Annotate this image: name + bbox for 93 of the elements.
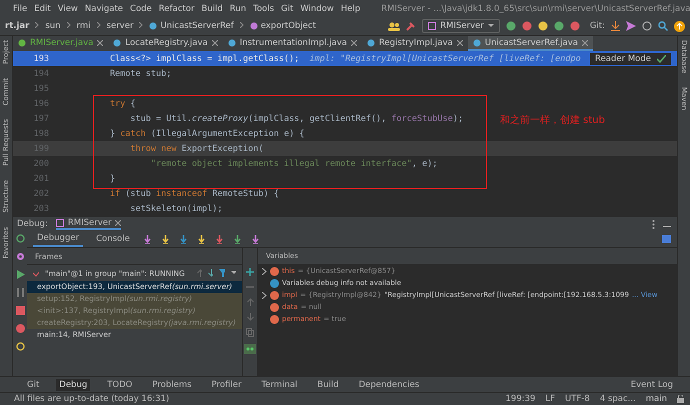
close-icon[interactable] xyxy=(351,40,357,46)
indent-setting[interactable]: 4 spac... xyxy=(600,394,636,404)
menu-item[interactable]: Help xyxy=(340,4,360,14)
menu-item[interactable]: View xyxy=(58,4,78,14)
check-icon xyxy=(33,270,40,276)
code-line: 196 try { xyxy=(32,98,136,110)
menu-item[interactable]: Git xyxy=(281,4,294,14)
run-configuration-dropdown[interactable]: RMIServer xyxy=(422,19,500,33)
editor-tab[interactable]: LocateRegistry.java xyxy=(108,36,223,51)
annotation-text: 和之前一样，创建 stub xyxy=(500,114,605,127)
square-icon xyxy=(56,219,64,227)
update-badge-icon[interactable] xyxy=(674,20,685,32)
people-icon[interactable] xyxy=(388,22,400,30)
debugger-tab[interactable]: Debugger xyxy=(33,231,84,247)
code-line: 197 stub = Util.createProxy(implClass, getClientRef(), forceStubUse); xyxy=(32,112,464,126)
code-line: 200 "remote object implements illegal remote interface", e); xyxy=(32,158,438,170)
close-icon[interactable] xyxy=(582,40,588,46)
tool-window-tab[interactable]: TODO xyxy=(104,378,136,390)
window-title: RMIServer - ...\Java\jdk1.8.0_65\src\sun\rmi\server\UnicastServerRef.java xyxy=(381,4,690,14)
debug-label: Debug: xyxy=(17,219,48,229)
hammer-icon[interactable] xyxy=(406,21,416,31)
breadcrumb[interactable]: rt.jar xyxy=(5,21,30,31)
menu-item[interactable]: Window xyxy=(300,4,334,14)
code-line: 194 Remote stub; xyxy=(32,68,172,80)
menu-item[interactable]: Build xyxy=(201,4,223,14)
editor-tab[interactable]: UnicastServerRef.java xyxy=(468,36,593,51)
file-type-icon xyxy=(367,38,375,46)
tool-window-tab[interactable]: Terminal xyxy=(258,378,300,390)
editor-tab[interactable]: InstrumentationImpl.java xyxy=(222,36,362,51)
chevron-icon xyxy=(139,21,144,31)
menu-item[interactable]: Navigate xyxy=(84,4,124,14)
close-icon[interactable] xyxy=(212,40,218,46)
menu-item[interactable]: Refactor xyxy=(158,4,194,14)
event-log-button[interactable]: Event Log xyxy=(628,378,676,390)
file-encoding[interactable]: UTF-8 xyxy=(565,394,590,404)
tool-window-tab[interactable]: Dependencies xyxy=(356,378,422,390)
breadcrumb[interactable]: rmi xyxy=(76,21,91,31)
close-icon[interactable] xyxy=(97,40,104,46)
breadcrumb[interactable]: sun xyxy=(45,21,61,31)
tool-window-tab[interactable]: Git xyxy=(24,378,42,390)
menu-item[interactable]: Run xyxy=(230,4,246,14)
breadcrumb[interactable]: server xyxy=(106,21,134,31)
cursor-position[interactable]: 199:39 xyxy=(506,394,536,404)
file-type-icon xyxy=(18,38,26,46)
close-icon[interactable] xyxy=(115,220,122,226)
line-ending[interactable]: LF xyxy=(545,394,556,404)
check-icon xyxy=(657,55,666,63)
chevron-icon xyxy=(66,21,71,31)
caret-icon xyxy=(488,24,494,28)
filter-icon[interactable] xyxy=(219,269,226,277)
reader-mode-button[interactable]: Reader Mode xyxy=(590,53,671,65)
expand-icon[interactable] xyxy=(262,268,267,274)
menu-item[interactable]: File xyxy=(13,4,28,14)
more-icon[interactable] xyxy=(652,220,655,228)
lock-icon[interactable] xyxy=(677,395,684,403)
breadcrumb[interactable]: exportObject xyxy=(250,21,316,31)
search-icon[interactable] xyxy=(658,21,668,31)
editor-tab[interactable]: RegistryImpl.java xyxy=(362,36,468,51)
pause-icon[interactable] xyxy=(16,288,24,297)
chevron-icon xyxy=(96,21,101,31)
git-label: Git: xyxy=(590,21,605,31)
breadcrumb[interactable]: UnicastServerRef xyxy=(149,21,234,31)
code-line: 202 if (stub instanceof RemoteStub) { xyxy=(32,188,279,200)
code-line: 198 } catch (IllegalArgumentException e) { xyxy=(32,128,304,140)
tool-window-tab[interactable]: Debug xyxy=(56,378,90,390)
tool-window-tab[interactable]: Profiler xyxy=(208,378,244,390)
debugger-tab[interactable]: Console xyxy=(92,232,134,246)
caret-icon[interactable] xyxy=(231,271,236,275)
update-icon[interactable] xyxy=(611,21,620,31)
tool-window-tab[interactable]: Build xyxy=(314,378,342,390)
expand-icon[interactable] xyxy=(262,292,267,298)
status-message: All files are up-to-date (today 16:31) xyxy=(14,394,170,404)
tool-window-tab[interactable]: Problems xyxy=(149,378,195,390)
file-type-icon xyxy=(472,38,481,46)
menu-item[interactable]: Code xyxy=(130,4,152,14)
plus-icon[interactable] xyxy=(246,268,254,276)
code-line: 201 } xyxy=(32,172,116,186)
square-icon xyxy=(428,22,436,30)
code-line: 203 setSkeleton(impl); xyxy=(32,202,223,216)
git-branch[interactable]: main xyxy=(646,394,667,404)
session-tab[interactable]: RMIServer xyxy=(56,218,122,230)
editor-tab[interactable]: RMIServer.java xyxy=(13,36,108,51)
menu-item[interactable]: Tools xyxy=(253,4,274,14)
down-arrow-icon[interactable] xyxy=(208,269,214,277)
code-line: 195 xyxy=(32,82,50,96)
resume-icon[interactable] xyxy=(16,270,24,279)
chevron-icon xyxy=(240,21,244,31)
file-type-icon xyxy=(113,38,122,46)
file-type-icon xyxy=(228,38,236,46)
chevron-icon xyxy=(35,21,40,31)
close-icon[interactable] xyxy=(456,40,463,46)
push-icon[interactable] xyxy=(626,21,636,31)
menu-item[interactable]: Edit xyxy=(34,4,51,14)
